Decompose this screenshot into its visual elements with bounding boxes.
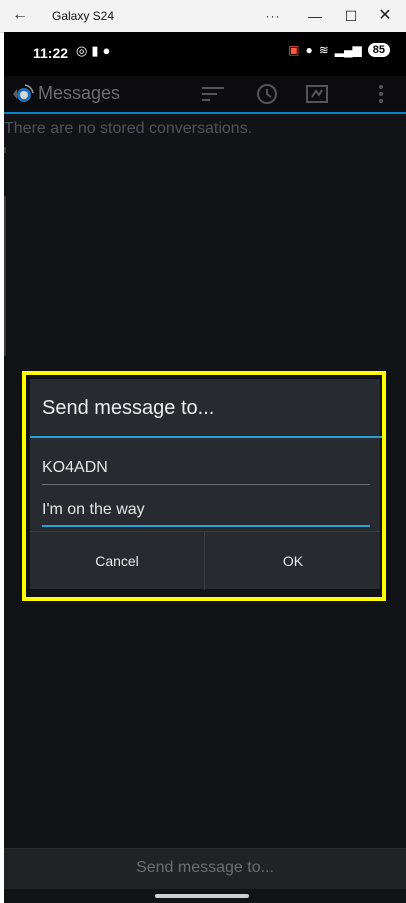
empty-conversations-message: There are no stored conversations. xyxy=(4,120,253,137)
status-bar: 11:22 ◎ ▮ ● ▣ ● ≋ ▂▄▆ 85 xyxy=(4,32,406,76)
recipient-field[interactable] xyxy=(42,454,370,482)
send-message-button[interactable]: Send message to... xyxy=(4,859,406,877)
back-arrow-icon[interactable]: ← xyxy=(12,6,28,24)
clock-icon[interactable] xyxy=(254,81,280,107)
close-button[interactable]: ✕ xyxy=(370,4,400,28)
message-field[interactable] xyxy=(42,496,370,524)
cast-icon: ▣ xyxy=(288,43,300,57)
send-message-bar[interactable]: Send message to... xyxy=(4,848,406,889)
location-icon: ● xyxy=(305,43,313,57)
battery-indicator: 85 xyxy=(367,43,390,57)
map-icon[interactable] xyxy=(304,81,330,107)
maximize-button[interactable]: ☐ xyxy=(336,4,366,28)
gesture-handle[interactable] xyxy=(155,894,249,898)
dialog-divider xyxy=(30,436,382,438)
status-system-icons: ▣ ● ≋ ▂▄▆ 85 xyxy=(288,43,390,57)
window-title-bar: ← Galaxy S24 ··· — ☐ ✕ xyxy=(0,0,406,33)
button-separator xyxy=(204,532,205,590)
phone-screen: 11:22 ◎ ▮ ● ▣ ● ≋ ▂▄▆ 85 Messages There … xyxy=(4,32,406,903)
send-message-dialog: Send message to... Cancel OK xyxy=(30,379,382,590)
target-icon: ◎ xyxy=(76,43,88,58)
dialog-button-row: Cancel OK xyxy=(30,531,380,590)
wifi-icon: ≋ xyxy=(318,43,329,57)
overflow-menu-icon[interactable] xyxy=(368,81,394,107)
cancel-button[interactable]: Cancel xyxy=(30,532,204,590)
minimize-button[interactable]: — xyxy=(300,4,330,28)
app-notification-icon: ● xyxy=(102,43,111,58)
sort-icon[interactable] xyxy=(200,81,226,107)
recipient-field-underline xyxy=(42,484,370,485)
more-options-icon[interactable]: ··· xyxy=(258,4,288,28)
left-edge-marker xyxy=(4,147,6,153)
action-bar: Messages xyxy=(4,76,406,114)
signal-icon: ▂▄▆ xyxy=(334,43,362,57)
message-field-underline xyxy=(42,525,370,527)
action-bar-title: Messages xyxy=(38,83,121,103)
app-logo-icon[interactable] xyxy=(10,82,34,106)
status-notification-icons: ◎ ▮ ● xyxy=(76,43,114,59)
notification-icon: ▮ xyxy=(91,43,99,58)
dialog-title: Send message to... xyxy=(42,397,215,419)
window-title: Galaxy S24 xyxy=(52,9,115,23)
ok-button[interactable]: OK xyxy=(206,532,380,590)
left-edge-marker xyxy=(4,196,6,356)
status-time: 11:22 xyxy=(33,45,69,61)
